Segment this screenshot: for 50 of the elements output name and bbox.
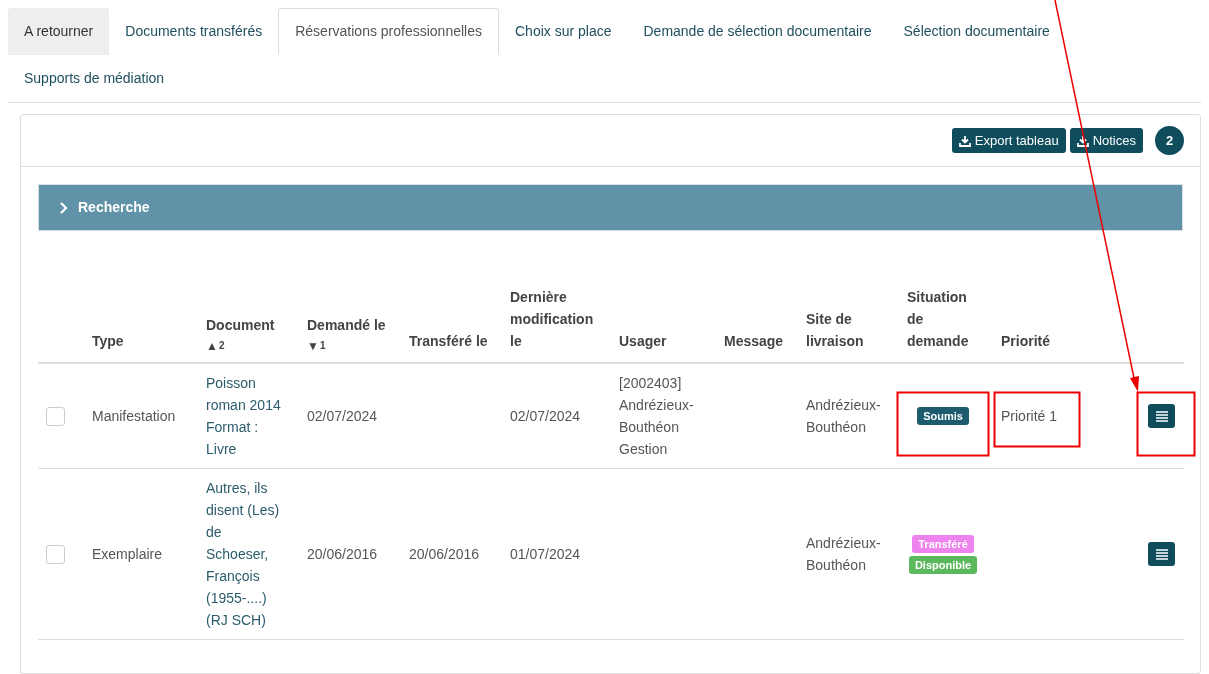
column-header[interactable]: Message xyxy=(724,330,790,352)
details-button[interactable] xyxy=(1148,542,1175,566)
column-header[interactable]: Situation de demande xyxy=(907,286,985,352)
table-cell: 20/06/2016 xyxy=(409,546,480,562)
download-button[interactable]: Notices xyxy=(1069,128,1143,153)
column-header[interactable]: Type xyxy=(92,330,190,352)
tab[interactable]: Supports de médiation xyxy=(8,55,181,102)
table-cell: Priorité 1 xyxy=(1001,408,1058,424)
chevron-right-icon xyxy=(59,201,68,214)
column-header[interactable]: Usager xyxy=(619,330,708,352)
details-button[interactable] xyxy=(1148,404,1175,428)
tab[interactable]: Documents transférés xyxy=(109,8,279,55)
status-badge: Transféré xyxy=(912,534,974,553)
table-cell: 20/06/2016 xyxy=(307,546,378,562)
table-cell: Manifestation xyxy=(92,408,176,424)
tab[interactable]: Choix sur place xyxy=(499,8,628,55)
tab[interactable]: A retourner xyxy=(8,8,110,55)
sort-rank: 1 xyxy=(319,341,326,351)
list-icon xyxy=(1155,548,1168,560)
count-badge: 2 xyxy=(1155,126,1184,155)
tab[interactable]: Demande de sélection documentaire xyxy=(627,8,888,55)
download-button[interactable]: Export tableau xyxy=(951,128,1066,153)
document-link[interactable]: Poisson roman 2014 Format : Livre xyxy=(206,372,291,460)
table-cell: 01/07/2024 xyxy=(510,546,581,562)
table-cell: Andrézieux-Bouthéon xyxy=(806,535,881,573)
status-badge: Disponible xyxy=(908,555,978,574)
column-header[interactable]: Site de livraison xyxy=(806,308,891,352)
column-header[interactable]: Demandé le xyxy=(307,314,393,336)
tab[interactable]: Sélection documentaire xyxy=(887,8,1066,55)
document-link[interactable]: Autres, ils disent (Les) de Schoeser, François (1955-....) (RJ SCH) xyxy=(206,477,291,631)
highlight-box xyxy=(1136,391,1196,457)
status-badge: Soumis xyxy=(917,407,969,425)
sort-arrow[interactable]: ▲ xyxy=(206,340,218,352)
column-header[interactable]: Dernière modification le xyxy=(510,286,603,352)
sort-rank: 2 xyxy=(218,341,225,351)
table-cell: Andrézieux-Bouthéon xyxy=(806,397,881,435)
row-checkbox[interactable] xyxy=(46,544,65,564)
column-header[interactable]: Transféré le xyxy=(409,330,494,352)
list-icon xyxy=(1155,410,1168,422)
table-cell: 02/07/2024 xyxy=(307,408,378,424)
table-cell: 02/07/2024 xyxy=(510,408,581,424)
column-header[interactable]: Document xyxy=(206,314,291,336)
row-checkbox[interactable] xyxy=(46,406,65,426)
column-header[interactable]: Priorité xyxy=(1001,330,1092,352)
table-cell: [2002403] Andrézieux-Bouthéon Gestion xyxy=(619,375,694,457)
download-icon xyxy=(1076,134,1089,147)
download-icon xyxy=(958,134,971,147)
sort-arrow[interactable]: ▼ xyxy=(307,340,319,352)
table-cell: Exemplaire xyxy=(92,546,163,562)
tab[interactable]: Réservations professionnelles xyxy=(278,8,499,55)
